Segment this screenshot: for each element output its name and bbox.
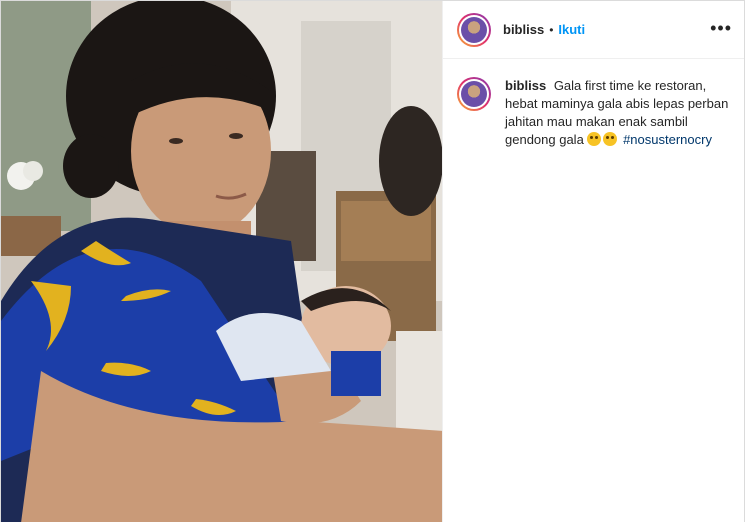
separator-dot: • — [549, 22, 554, 37]
avatar-image — [461, 81, 487, 107]
avatar-ring — [459, 14, 489, 45]
instagram-post: bibliss • Ikuti ••• bibliss Gala first t… — [0, 0, 745, 522]
avatar-image — [461, 16, 487, 43]
crying-face-emoji — [587, 132, 602, 146]
follow-button[interactable]: Ikuti — [558, 22, 585, 37]
crying-face-emoji — [603, 132, 618, 146]
post-header: bibliss • Ikuti ••• — [443, 1, 744, 59]
caption-username[interactable]: bibliss — [505, 78, 546, 93]
avatar-ring — [459, 79, 489, 109]
post-photo[interactable] — [1, 1, 442, 522]
post-sidebar: bibliss • Ikuti ••• bibliss Gala first t… — [442, 1, 744, 522]
author-username[interactable]: bibliss — [503, 22, 544, 37]
author-avatar[interactable] — [457, 12, 491, 47]
caption-avatar[interactable] — [457, 77, 491, 111]
caption-text: bibliss Gala first time ke restoran, heb… — [505, 77, 730, 149]
more-options-icon[interactable]: ••• — [710, 19, 732, 37]
photo-illustration — [1, 1, 442, 522]
caption-comment: bibliss Gala first time ke restoran, heb… — [443, 59, 744, 149]
hashtag-link[interactable]: #nosusternocry — [623, 132, 712, 147]
